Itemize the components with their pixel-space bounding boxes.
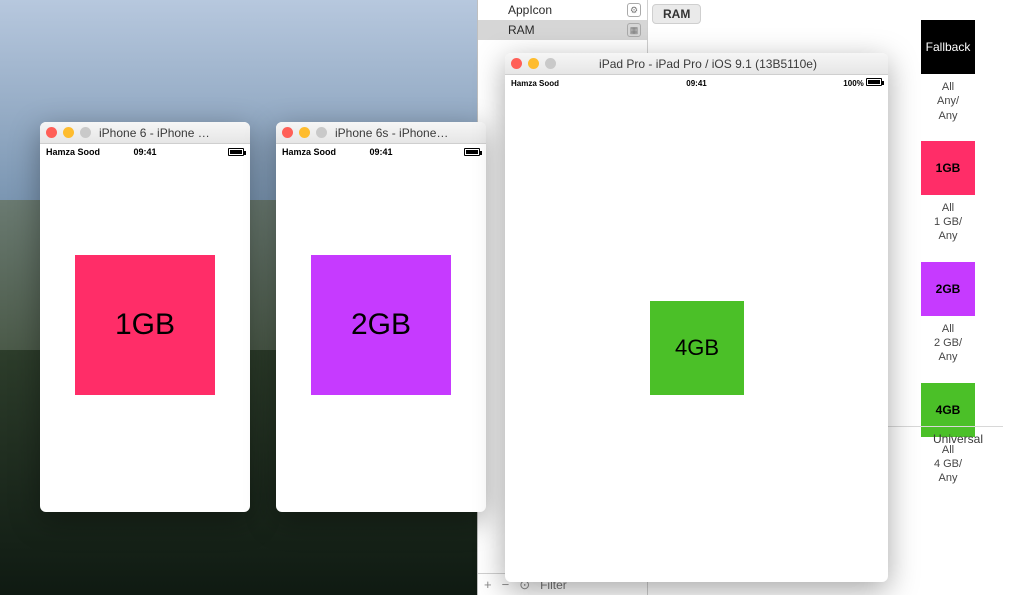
universal-label: Universal xyxy=(933,432,983,446)
window-title: iPhone 6s - iPhone 6s / iOS 9.1… xyxy=(335,126,480,140)
zoom-icon[interactable] xyxy=(316,127,327,138)
minimize-icon[interactable] xyxy=(299,127,310,138)
zoom-icon[interactable] xyxy=(545,58,556,69)
status-bar: Hamza Sood 09:41 xyxy=(40,144,250,160)
status-bar: Hamza Sood 09:41 100% xyxy=(505,75,888,91)
traffic-lights[interactable] xyxy=(282,127,327,138)
app-content: 1GB xyxy=(40,160,250,512)
ram-asset-image: 2GB xyxy=(311,255,451,395)
app-content: 2GB xyxy=(276,160,486,512)
battery-icon xyxy=(866,78,882,86)
status-time: 09:41 xyxy=(40,147,250,157)
minimize-icon[interactable] xyxy=(63,127,74,138)
close-icon[interactable] xyxy=(46,127,57,138)
slot-caption: All Any/ Any xyxy=(893,80,1003,123)
gear-icon[interactable]: ▦ xyxy=(627,23,641,37)
gear-icon[interactable]: ⚙ xyxy=(627,3,641,17)
slot-thumbnail: 4GB xyxy=(921,383,975,437)
battery-icon xyxy=(464,148,480,156)
traffic-lights[interactable] xyxy=(46,127,91,138)
close-icon[interactable] xyxy=(282,127,293,138)
close-icon[interactable] xyxy=(511,58,522,69)
window-titlebar[interactable]: iPhone 6s - iPhone 6s / iOS 9.1… xyxy=(276,122,486,144)
battery-icon xyxy=(228,148,244,156)
asset-item-label: RAM xyxy=(508,23,535,37)
ram-asset-image: 4GB xyxy=(650,301,744,395)
simulator-iphone6s[interactable]: iPhone 6s - iPhone 6s / iOS 9.1… Hamza S… xyxy=(276,122,486,512)
asset-item-label: AppIcon xyxy=(508,3,552,17)
app-content: 4GB xyxy=(505,91,888,582)
traffic-lights[interactable] xyxy=(511,58,556,69)
window-title: iPad Pro - iPad Pro / iOS 9.1 (13B5110e) xyxy=(564,57,882,71)
asset-slot-2gb[interactable]: 2GB All 2 GB/ Any xyxy=(893,262,1003,365)
slot-thumbnail: Fallback xyxy=(921,20,975,74)
canvas-tag: RAM xyxy=(652,4,701,24)
asset-slot-fallback[interactable]: Fallback All Any/ Any xyxy=(893,20,1003,123)
status-bar: Hamza Sood 09:41 xyxy=(276,144,486,160)
slot-caption: All 1 GB/ Any xyxy=(893,201,1003,244)
window-titlebar[interactable]: iPhone 6 - iPhone 6 / iOS 9.1 (1… xyxy=(40,122,250,144)
asset-item-appicon[interactable]: AppIcon ⚙ xyxy=(478,0,647,20)
simulator-iphone6[interactable]: iPhone 6 - iPhone 6 / iOS 9.1 (1… Hamza … xyxy=(40,122,250,512)
asset-item-ram[interactable]: RAM ▦ xyxy=(478,20,647,40)
window-titlebar[interactable]: iPad Pro - iPad Pro / iOS 9.1 (13B5110e) xyxy=(505,53,888,75)
status-time: 09:41 xyxy=(505,79,888,88)
slot-thumbnail: 1GB xyxy=(921,141,975,195)
slot-thumbnail: 2GB xyxy=(921,262,975,316)
asset-slot-1gb[interactable]: 1GB All 1 GB/ Any xyxy=(893,141,1003,244)
simulator-ipad-pro[interactable]: iPad Pro - iPad Pro / iOS 9.1 (13B5110e)… xyxy=(505,53,888,582)
add-button[interactable]: + xyxy=(484,577,492,592)
status-time: 09:41 xyxy=(276,147,486,157)
minimize-icon[interactable] xyxy=(528,58,539,69)
zoom-icon[interactable] xyxy=(80,127,91,138)
slot-caption: All 4 GB/ Any xyxy=(893,443,1003,486)
window-title: iPhone 6 - iPhone 6 / iOS 9.1 (1… xyxy=(99,126,244,140)
slot-caption: All 2 GB/ Any xyxy=(893,322,1003,365)
ram-asset-image: 1GB xyxy=(75,255,215,395)
